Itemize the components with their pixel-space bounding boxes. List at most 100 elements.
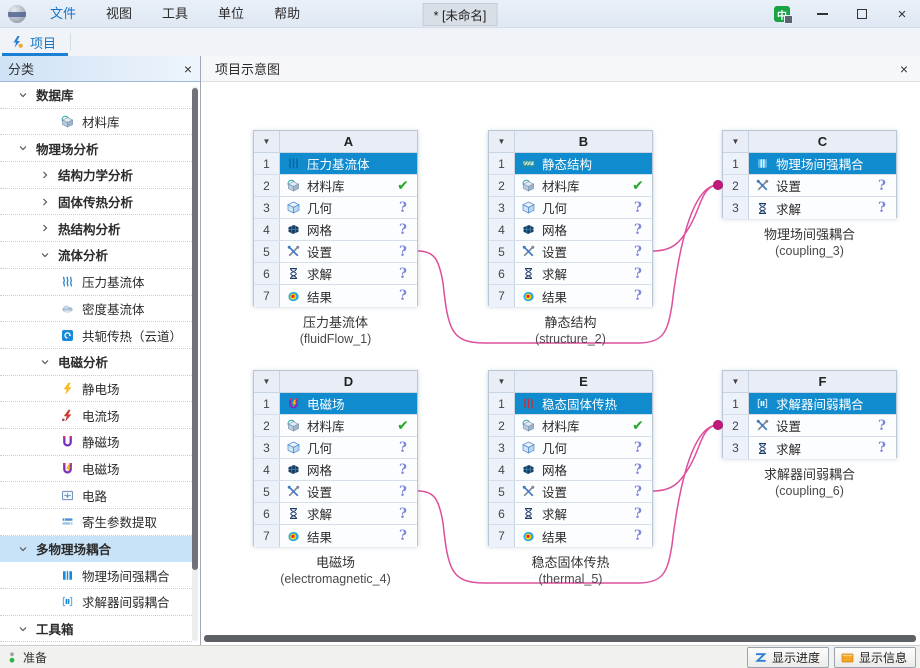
row-label: 设置 [776,416,867,435]
system-B-row-5[interactable]: 5 设置? [489,241,652,263]
system-B-row-2[interactable]: 2 材料库✔ [489,175,652,197]
system-A-row-7[interactable]: 7 结果? [254,285,417,307]
system-letter: D [280,371,417,392]
tree-item-16[interactable]: 寄生参数提取 [0,509,192,536]
window-title: * [未命名] [423,3,498,26]
menu-item-1[interactable]: 视图 [91,0,147,27]
system-D-row-2[interactable]: 2 材料库✔ [254,415,417,437]
system-B-row-3[interactable]: 3 几何? [489,197,652,219]
system-C-row-3[interactable]: 3 求解? [723,197,896,219]
tree-item-10[interactable]: 电磁分析 [0,349,192,376]
tree-item-2[interactable]: 物理场分析 [0,135,192,162]
chevron-right-icon [40,197,50,207]
question-icon: ? [395,462,411,478]
sidebar-close-icon[interactable]: × [184,62,192,76]
system-A-row-4[interactable]: 4 网格? [254,219,417,241]
system-D-row-1[interactable]: 1 电磁场 [254,393,417,415]
system-A-row-1[interactable]: 1 压力基流体 [254,153,417,175]
system-dropdown-button[interactable]: ▼ [254,131,280,152]
tree-item-5[interactable]: 热结构分析 [0,215,192,242]
maximize-button[interactable] [854,6,870,22]
system-F-row-2[interactable]: 2 设置? [723,415,896,437]
show-progress-button[interactable]: 显示进度 [747,647,829,668]
check-icon: ✔ [395,417,411,434]
schematic-close-icon[interactable]: × [900,62,908,76]
system-D-row-7[interactable]: 7 结果? [254,525,417,547]
system-A-row-3[interactable]: 3 几何? [254,197,417,219]
system-B-row-1[interactable]: 1 静态结构 [489,153,652,175]
system-dropdown-button[interactable]: ▼ [489,371,515,392]
tree-item-9[interactable]: 共轭传热（云道） [0,322,192,349]
system-B-row-4[interactable]: 4 网格? [489,219,652,241]
tree-item-13[interactable]: 静磁场 [0,429,192,456]
tree-item-15[interactable]: 电路 [0,482,192,509]
menu-item-3[interactable]: 单位 [203,0,259,27]
horizontal-scrollbar[interactable] [204,635,916,642]
menu-item-0[interactable]: 文件 [35,0,91,27]
tree-item-17[interactable]: 多物理场耦合 [0,536,192,563]
tree-item-20[interactable]: 工具箱 [0,616,192,643]
tree-item-6[interactable]: 流体分析 [0,242,192,269]
chevron-down-icon [40,357,50,367]
system-A-row-6[interactable]: 6 求解? [254,263,417,285]
menu-item-4[interactable]: 帮助 [259,0,315,27]
coupling-port-dot-F[interactable] [713,420,723,430]
row-number: 6 [489,263,515,284]
structure-icon [522,157,535,170]
menu-item-2[interactable]: 工具 [147,0,203,27]
tree-item-label: 结构力学分析 [58,165,133,184]
system-A-row-5[interactable]: 5 设置? [254,241,417,263]
tree-item-7[interactable]: 压力基流体 [0,269,192,296]
system-E-row-2[interactable]: 2 材料库✔ [489,415,652,437]
tree-item-14[interactable]: 电磁场 [0,456,192,483]
tree-item-18[interactable]: 物理场间强耦合 [0,562,192,589]
show-info-button[interactable]: 显示信息 [834,647,916,668]
system-dropdown-button[interactable]: ▼ [723,131,749,152]
system-C-row-1[interactable]: 1 物理场间强耦合 [723,153,896,175]
system-D-row-6[interactable]: 6 求解? [254,503,417,525]
tree-item-8[interactable]: 密度基流体 [0,296,192,323]
schematic-canvas[interactable]: ▼ A1 压力基流体2 材料库✔3 几何?4 网格?5 设置?6 求解?7 结果… [201,82,920,645]
system-A-row-2[interactable]: 2 材料库✔ [254,175,417,197]
tree-item-4[interactable]: 固体传热分析 [0,189,192,216]
ime-language-icon[interactable]: 中 [774,6,790,22]
system-dropdown-button[interactable]: ▼ [489,131,515,152]
system-E-row-5[interactable]: 5 设置? [489,481,652,503]
system-E-row-3[interactable]: 3 几何? [489,437,652,459]
mesh-icon [287,223,300,236]
row-number: 3 [723,437,749,459]
sidebar-header: 分类 × [0,56,200,82]
coupling-weak-icon [61,595,74,608]
system-dropdown-button[interactable]: ▼ [254,371,280,392]
system-D-row-5[interactable]: 5 设置? [254,481,417,503]
system-B-row-6[interactable]: 6 求解? [489,263,652,285]
result-icon [522,530,535,543]
tree-item-1[interactable]: 材料库 [0,109,192,136]
tree-item-0[interactable]: 数据库 [0,82,192,109]
system-D-row-3[interactable]: 3 几何? [254,437,417,459]
tree-item-3[interactable]: 结构力学分析 [0,162,192,189]
app-logo-icon [8,5,26,23]
sidebar-scrollbar-thumb[interactable] [192,88,198,570]
system-E-row-4[interactable]: 4 网格? [489,459,652,481]
system-E-row-1[interactable]: 1 稳态固体传热 [489,393,652,415]
system-E-row-6[interactable]: 6 求解? [489,503,652,525]
title-bar: 文件视图工具单位帮助 * [未命名] 中 × [0,0,920,28]
system-D-row-4[interactable]: 4 网格? [254,459,417,481]
close-button[interactable]: × [894,6,910,22]
tree-item-12[interactable]: 电流场 [0,402,192,429]
system-dropdown-button[interactable]: ▼ [723,371,749,392]
tree-item-label: 电路 [82,486,107,505]
system-F-row-3[interactable]: 3 求解? [723,437,896,459]
system-E-row-7[interactable]: 7 结果? [489,525,652,547]
system-header: ▼ E [489,371,652,393]
coupling-port-dot-C[interactable] [713,180,723,190]
tree-item-11[interactable]: 静电场 [0,376,192,403]
row-label: 网格 [307,220,388,239]
tab-project[interactable]: 项目 [0,28,70,56]
tree-item-19[interactable]: 求解器间弱耦合 [0,589,192,616]
system-C-row-2[interactable]: 2 设置? [723,175,896,197]
minimize-button[interactable] [814,6,830,22]
system-B-row-7[interactable]: 7 结果? [489,285,652,307]
system-F-row-1[interactable]: 1 求解器间弱耦合 [723,393,896,415]
